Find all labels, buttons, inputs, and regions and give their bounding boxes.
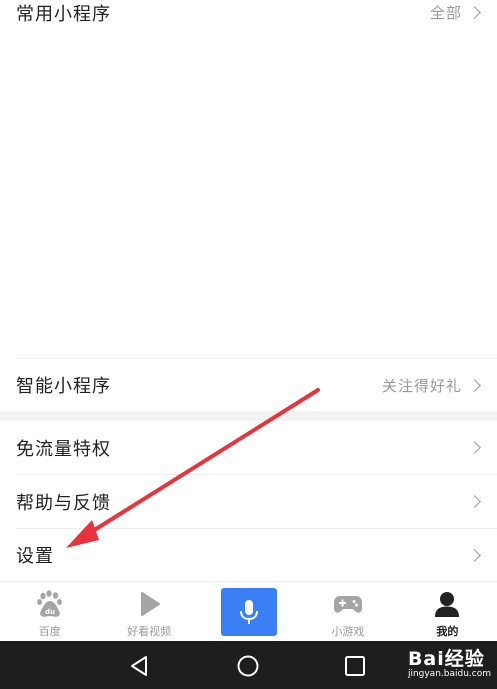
person-icon: [433, 590, 461, 622]
menu-item-settings[interactable]: 设置: [0, 529, 497, 581]
tab-haokan-video[interactable]: 好看视频: [99, 582, 198, 641]
watermark-main: Bai经验: [407, 648, 485, 670]
voice-search-button[interactable]: [220, 588, 277, 636]
section-gap: [0, 411, 497, 421]
watermark: Bai经验 jingyan.baidu.com: [408, 644, 491, 679]
chevron-right-icon: [468, 378, 481, 392]
chevron-right-icon: [468, 548, 481, 562]
baidu-paw-icon: du: [36, 590, 64, 622]
bottom-tab-bar: du 百度 好看视频 小游戏 我的: [0, 581, 497, 641]
tab-baidu[interactable]: du 百度: [0, 582, 99, 641]
menu-item-label: 设置: [16, 546, 54, 567]
chevron-right-icon: [468, 495, 481, 508]
tab-label: 好看视频: [127, 625, 172, 638]
gamepad-icon: [333, 590, 363, 622]
tab-voice-search[interactable]: [199, 582, 298, 641]
menu-item-help-feedback[interactable]: 帮助与反馈: [0, 475, 497, 528]
follow-gift-link[interactable]: 关注得好礼: [381, 375, 481, 396]
mini-programs-title: 常用小程序: [16, 4, 111, 25]
smart-programs-title: 智能小程序: [16, 376, 111, 397]
chevron-right-icon: [468, 6, 481, 19]
tab-label: 小游戏: [331, 625, 365, 638]
watermark-url: jingyan.baidu.com: [407, 669, 491, 679]
chevron-right-icon: [468, 441, 481, 454]
view-all-label: 全部: [429, 4, 462, 22]
menu-item-free-data[interactable]: 免流量特权: [0, 421, 497, 474]
tab-label: 百度: [38, 625, 61, 638]
follow-gift-label: 关注得好礼: [381, 376, 462, 395]
svg-text:du: du: [45, 608, 55, 616]
play-icon: [135, 590, 163, 622]
menu-item-label: 帮助与反馈: [16, 492, 111, 514]
home-icon[interactable]: [236, 655, 260, 681]
smart-programs-row[interactable]: 智能小程序 关注得好礼: [0, 359, 497, 411]
tab-mine[interactable]: 我的: [398, 582, 497, 641]
view-all-link[interactable]: 全部: [429, 2, 481, 23]
tab-label: 我的: [436, 625, 459, 638]
microphone-icon: [239, 600, 258, 624]
back-icon[interactable]: [128, 655, 150, 681]
mini-programs-grid: [0, 26, 497, 356]
mini-programs-header[interactable]: 常用小程序 全部: [0, 0, 497, 26]
tab-mini-games[interactable]: 小游戏: [298, 582, 397, 641]
menu-item-label: 免流量特权: [16, 438, 111, 460]
recents-icon[interactable]: [344, 655, 366, 681]
